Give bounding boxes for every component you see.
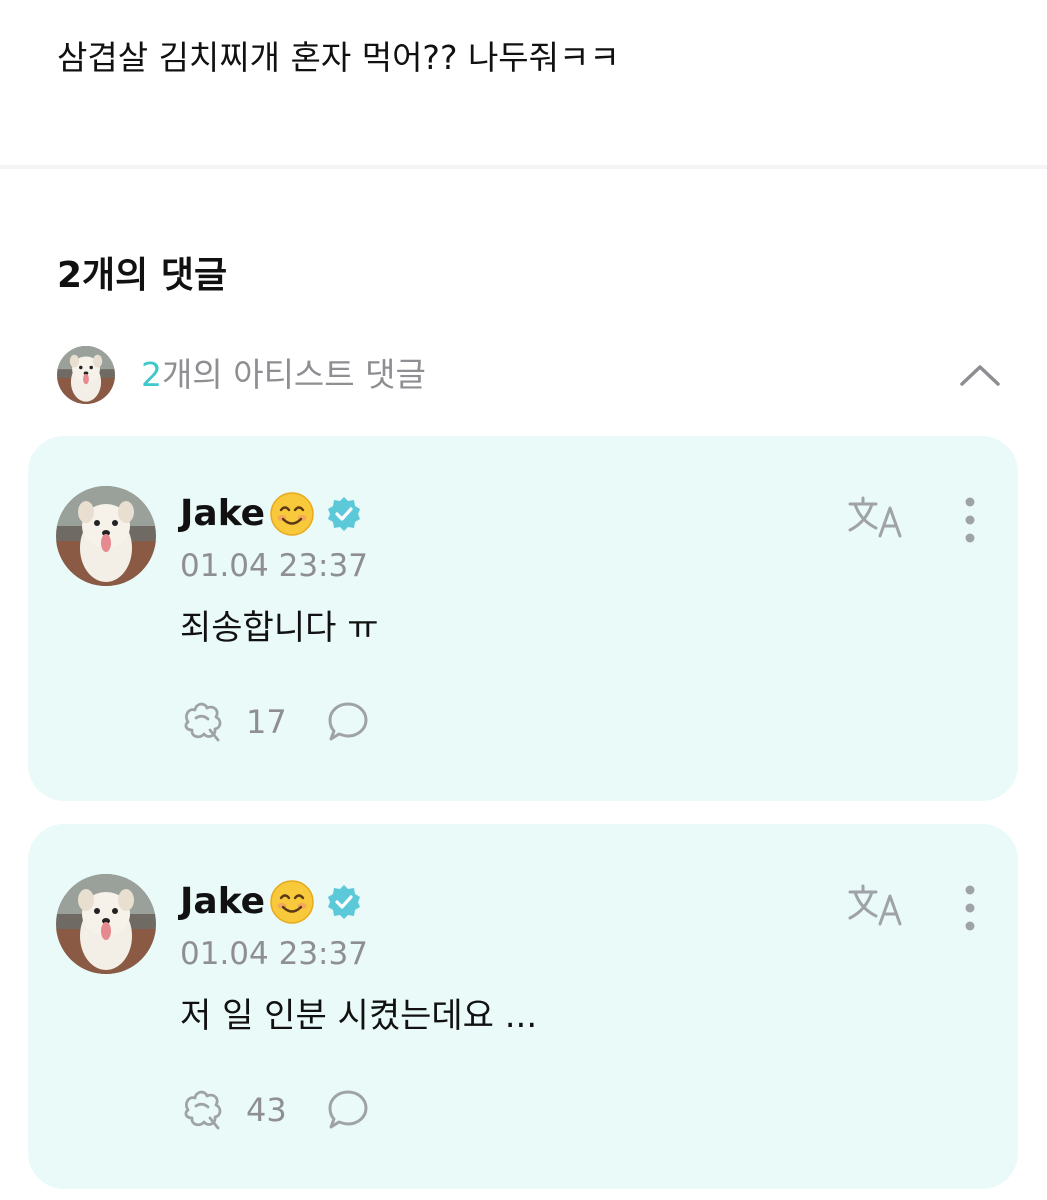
comment-actions: 43 [180,1086,370,1134]
artist-comments-count: 2 [141,355,162,394]
more-vertical-icon[interactable] [950,880,990,940]
comment-card: Jake 01.04 23:37 죄송합니다 ㅠ 17 [28,436,1018,801]
like-button[interactable]: 17 [180,698,290,746]
artist-comments-toggle[interactable]: 2개의 아티스트 댓글 [57,346,1002,404]
author-name[interactable]: Jake [180,876,265,928]
like-icon [184,702,222,742]
like-button[interactable]: 43 [180,1086,290,1134]
smiling-face-icon [270,492,314,536]
verified-badge-icon [328,497,361,531]
artist-comments-label: 2개의 아티스트 댓글 [141,351,426,399]
comments-title: 2개의 댓글 [57,255,228,296]
like-icon [184,1090,222,1130]
post-text: 삼겹살 김치찌개 혼자 먹어?? 나두줘ㅋㅋ [57,38,620,77]
reply-bubble-icon[interactable] [326,700,370,744]
comment-actions: 17 [180,698,370,746]
verified-badge-icon [328,885,361,919]
artist-comments-label-text: 개의 아티스트 댓글 [162,355,426,394]
author-row: Jake [180,876,363,928]
comment-card: Jake 01.04 23:37 저 일 인분 시켰는데요 ... 43 [28,824,1018,1189]
timestamp: 01.04 23:37 [180,936,368,972]
translate-icon[interactable] [846,880,908,932]
avatar[interactable] [56,486,156,586]
author-name[interactable]: Jake [180,488,265,540]
comment-text: 죄송합니다 ㅠ [180,608,379,648]
translate-icon[interactable] [846,492,908,544]
chevron-up-icon[interactable] [958,354,1002,398]
reply-bubble-icon[interactable] [326,1088,370,1132]
like-count: 17 [246,703,287,741]
artist-avatar [57,346,115,404]
comment-text: 저 일 인분 시켰는데요 ... [180,996,538,1036]
section-divider [0,165,1047,169]
smiling-face-icon [270,880,314,924]
avatar[interactable] [56,874,156,974]
more-vertical-icon[interactable] [950,492,990,552]
like-count: 43 [246,1091,287,1129]
timestamp: 01.04 23:37 [180,548,368,584]
author-row: Jake [180,488,363,540]
